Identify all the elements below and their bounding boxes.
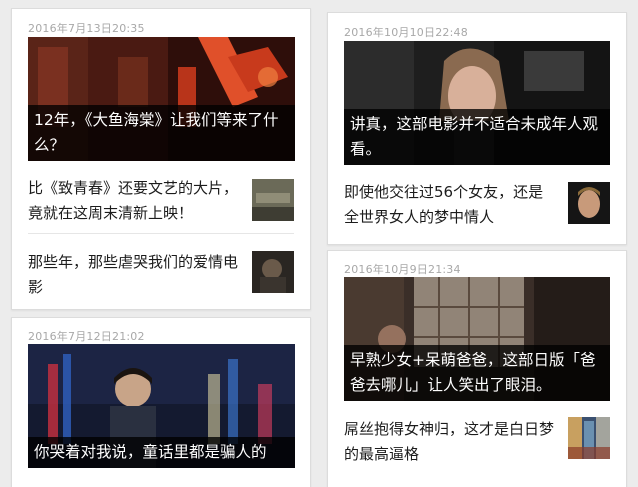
hero-caption: 早熟少女+呆萌爸爸，这部日版「爸爸去哪儿」让人笑出了眼泪。 [344,345,610,401]
list-item-thumbnail [252,179,294,221]
hero-article[interactable]: 你哭着对我说，童话里都是骗人的 [28,344,295,468]
card-timestamp: 2016年7月13日20:35 [28,22,145,35]
hero-caption: 你哭着对我说，童话里都是骗人的 [28,437,295,468]
list-item-thumbnail [252,251,294,293]
list-item-title: 即使他交往过56个女友，还是全世界女人的梦中情人 [344,183,544,226]
hero-article[interactable]: 早熟少女+呆萌爸爸，这部日版「爸爸去哪儿」让人笑出了眼泪。 [344,277,610,401]
list-item[interactable]: 屌丝抱得女神归，这才是白日梦的最高逼格 [344,409,610,477]
list-item-thumbnail [568,182,610,224]
card-timestamp: 2016年7月12日21:02 [28,330,145,343]
hero-article[interactable]: 讲真，这部电影并不适合未成年人观看。 [344,41,610,165]
hero-caption: 讲真，这部电影并不适合未成年人观看。 [344,109,610,165]
list-item-title: 屌丝抱得女神归，这才是白日梦的最高逼格 [344,420,555,463]
article-card: 2016年7月13日20:35 12年，《大鱼海棠》让我们等来了什么？ 比《致青… [11,8,311,310]
list-item[interactable]: 比《致青春》还要文艺的大片，竟就在这周末清新上映！ [28,169,294,234]
list-item-thumbnail [568,417,610,459]
list-item[interactable]: 那些年，那些虐哭我们的爱情电影 [28,234,294,300]
list-item-title: 那些年，那些虐哭我们的爱情电影 [28,253,239,296]
card-timestamp: 2016年10月10日22:48 [344,26,468,39]
article-card: 2016年7月12日21:02 你哭着对我说，童话里都是骗人的 [11,317,311,487]
list-item[interactable]: 即使他交往过56个女友，还是全世界女人的梦中情人 [344,176,610,238]
article-card: 2016年10月9日21:34 早熟少女+呆萌爸爸，这部日版「爸爸去哪儿」让人笑… [327,250,627,487]
hero-caption: 12年，《大鱼海棠》让我们等来了什么？ [28,105,295,161]
list-item-title: 比《致青春》还要文艺的大片，竟就在这周末清新上映！ [28,179,239,222]
card-timestamp: 2016年10月9日21:34 [344,263,461,276]
hero-article[interactable]: 12年，《大鱼海棠》让我们等来了什么？ [28,37,295,161]
article-card: 2016年10月10日22:48 讲真，这部电影并不适合未成年人观看。 即使他交… [327,12,627,245]
